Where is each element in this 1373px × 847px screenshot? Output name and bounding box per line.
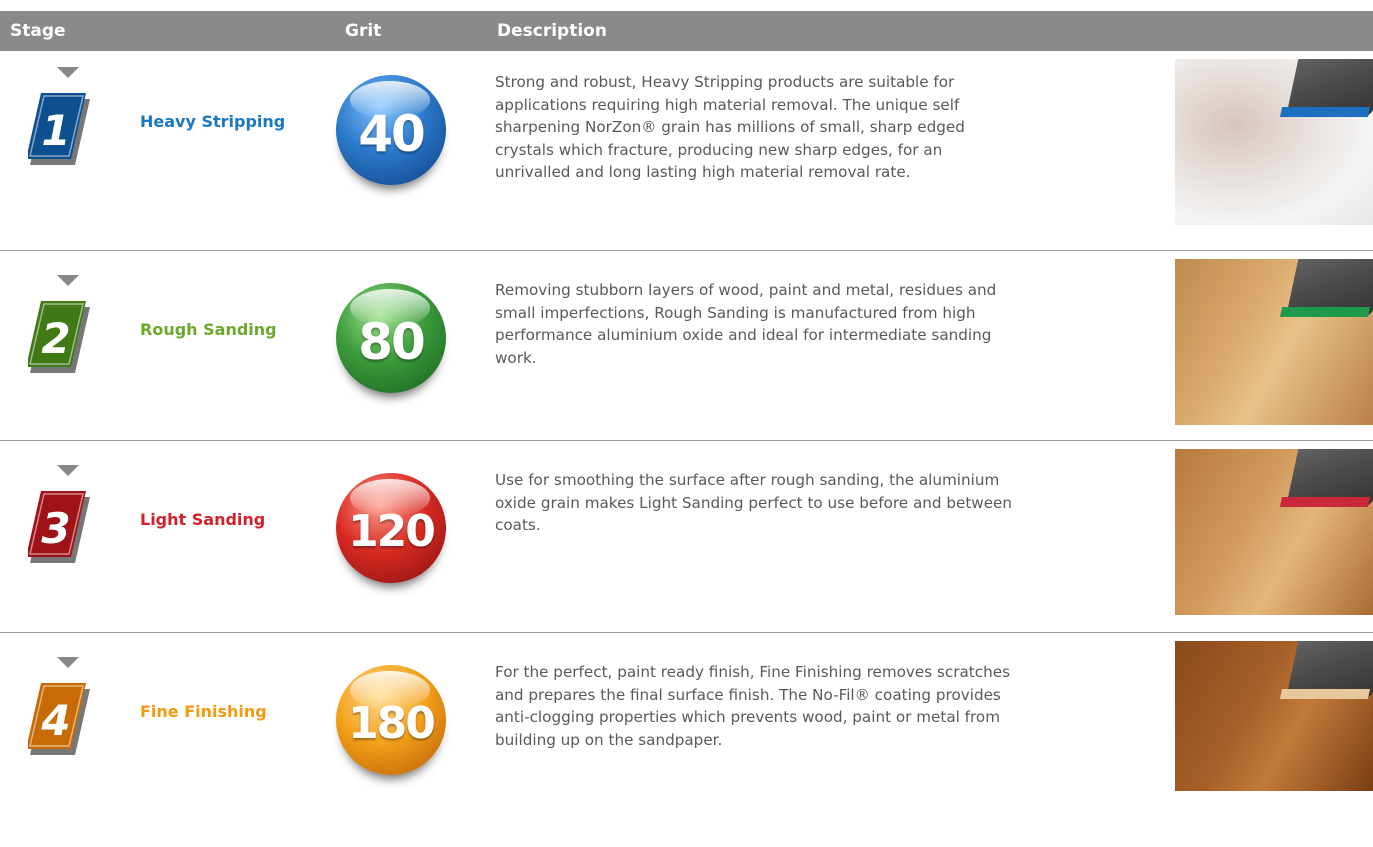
description-line: coats. <box>495 516 541 534</box>
stage-description: Strong and robust, Heavy Stripping produ… <box>495 71 1155 184</box>
grit-value: 180 <box>348 698 436 749</box>
down-arrow-icon <box>57 657 79 668</box>
header-description: Description <box>497 21 607 41</box>
stage-row-3: 3 Light Sanding 120 Use for smoothing th… <box>0 449 1373 655</box>
description-line: crystals which fracture, producing new s… <box>495 140 943 159</box>
stage-number: 3 <box>41 504 70 553</box>
description-line: Removing stubborn layers of wood, paint … <box>495 281 997 299</box>
sanding-photo <box>1175 449 1373 615</box>
grit-ball: 120 <box>336 473 446 583</box>
description-line: Strong and robust, Heavy Stripping produ… <box>495 73 955 91</box>
sanding-photo <box>1175 59 1373 225</box>
down-arrow-icon <box>57 67 79 78</box>
description-line: Use for smoothing the surface after roug… <box>495 471 1000 489</box>
stage-row-1: 1 Heavy Stripping 40 Strong and robust, … <box>0 59 1373 257</box>
stage-name: Heavy Stripping <box>140 112 286 131</box>
grit-ball: 40 <box>336 75 446 185</box>
row-divider <box>0 440 1373 441</box>
description-line: unrivalled and long lasting high materia… <box>495 163 911 181</box>
description-line: performance aluminium oxide and ideal fo… <box>495 326 992 344</box>
down-arrow-icon <box>57 275 79 286</box>
row-divider <box>0 632 1373 633</box>
grit-value: 80 <box>358 313 426 371</box>
grit-ball: 180 <box>336 665 446 775</box>
header-grit: Grit <box>345 21 382 41</box>
description-line: For the perfect, paint ready finish, Fin… <box>495 663 1010 681</box>
grit-value: 120 <box>348 506 436 557</box>
stage-number: 4 <box>40 696 70 745</box>
stage-name: Fine Finishing <box>140 702 267 721</box>
stage-row-4: 4 Fine Finishing 180 For the perfect, pa… <box>0 641 1373 847</box>
table-header: Stage Grit Description <box>0 11 1373 51</box>
stage-row-2: 2 Rough Sanding 80 Removing stubborn lay… <box>0 259 1373 465</box>
sanding-photo <box>1175 259 1373 425</box>
stage-description: Use for smoothing the surface after roug… <box>495 469 1155 537</box>
stage-number-badge: 4 <box>28 683 90 755</box>
stage-number: 1 <box>41 106 70 155</box>
grit-ball: 80 <box>336 283 446 393</box>
description-line: work. <box>495 348 537 367</box>
stage-name: Light Sanding <box>140 510 266 529</box>
stage-number-badge: 2 <box>28 301 90 373</box>
stage-number: 2 <box>41 314 70 363</box>
description-line: small imperfections, Rough Sanding is ma… <box>495 303 976 322</box>
description-line: building up on the sandpaper. <box>495 730 723 749</box>
stage-number-badge: 1 <box>28 93 90 165</box>
description-line: and prepares the final surface finish. T… <box>495 685 1001 704</box>
sanding-photo <box>1175 641 1373 791</box>
sanding-stages-table: Stage Grit Description 1 Heavy Stripping… <box>0 0 1373 791</box>
description-line: sharpening NorZon® grain has millions of… <box>495 118 965 136</box>
header-stage: Stage <box>10 21 66 41</box>
down-arrow-icon <box>57 465 79 476</box>
description-line: oxide grain makes Light Sanding perfect … <box>495 493 1013 512</box>
stage-name: Rough Sanding <box>140 320 277 339</box>
stage-description: For the perfect, paint ready finish, Fin… <box>495 661 1155 751</box>
description-line: anti-clogging properties which prevents … <box>495 708 1001 726</box>
stage-description: Removing stubborn layers of wood, paint … <box>495 279 1155 369</box>
description-line: applications requiring high material rem… <box>495 95 960 114</box>
grit-value: 40 <box>358 105 426 163</box>
stage-number-badge: 3 <box>28 491 90 563</box>
row-divider <box>0 250 1373 251</box>
